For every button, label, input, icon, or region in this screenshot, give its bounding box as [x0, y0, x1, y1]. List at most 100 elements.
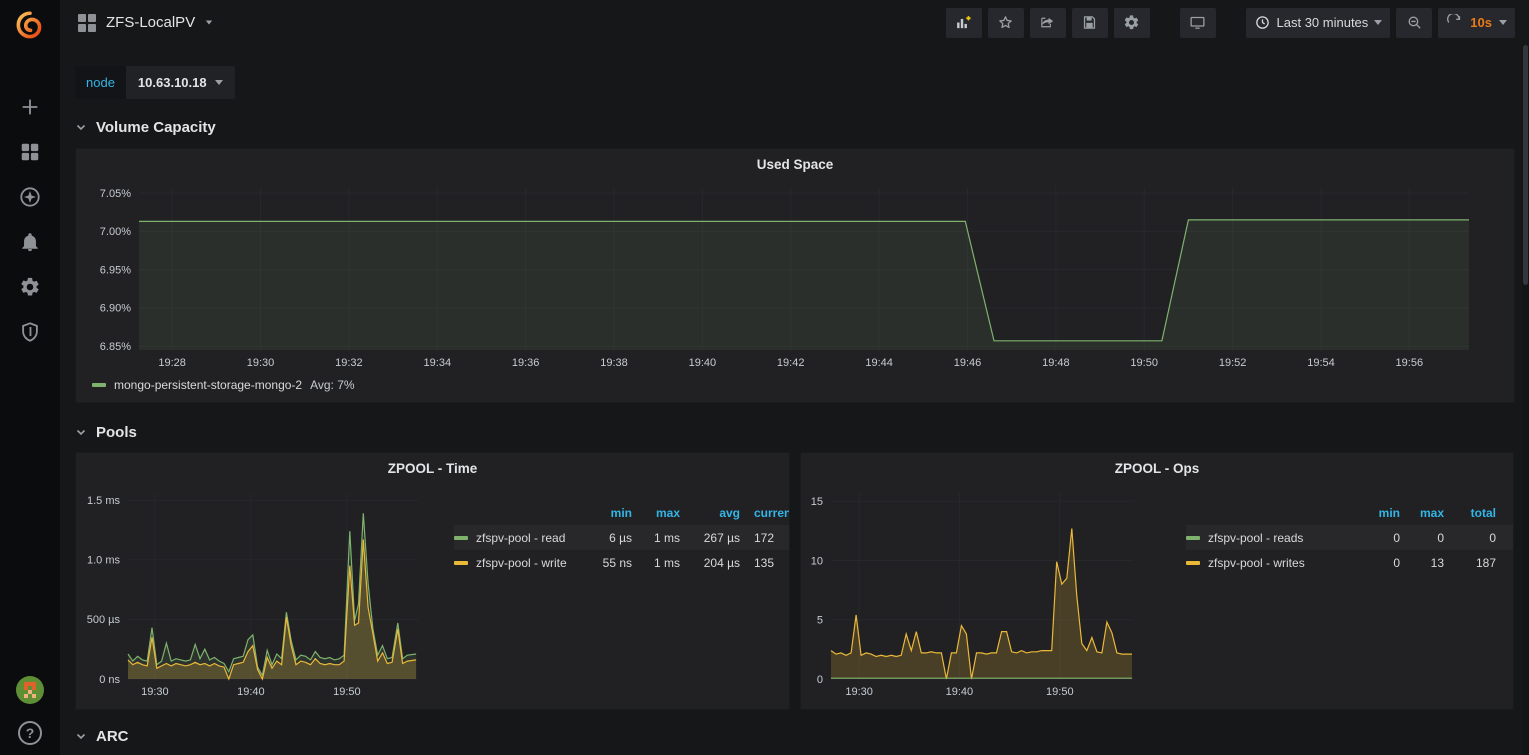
- cell-min: 0: [1358, 531, 1400, 545]
- svg-text:19:52: 19:52: [1219, 357, 1247, 369]
- col-min[interactable]: min: [582, 506, 632, 520]
- time-range-picker[interactable]: Last 30 minutes: [1246, 8, 1391, 38]
- svg-text:500 µs: 500 µs: [87, 614, 121, 626]
- add-panel-button[interactable]: [946, 8, 982, 38]
- legend-swatch: [1186, 561, 1200, 565]
- grafana-logo-icon[interactable]: [10, 6, 50, 46]
- dashboard-grid-icon: [78, 14, 96, 32]
- help-icon[interactable]: ?: [18, 721, 42, 745]
- node-variable-value[interactable]: 10.63.10.18: [126, 66, 235, 99]
- avatar-sprite: [24, 682, 28, 686]
- cycle-view-monitor-button[interactable]: [1180, 8, 1216, 38]
- node-variable-label: node: [75, 66, 126, 99]
- col-total[interactable]: total: [1444, 506, 1496, 520]
- legend-swatch: [1186, 536, 1200, 540]
- dashboards-icon[interactable]: [17, 139, 43, 165]
- chevron-down-icon: [75, 730, 87, 742]
- legend-series[interactable]: zfspv-pool - reads: [1186, 531, 1358, 545]
- dashboard-settings-button[interactable]: [1114, 8, 1150, 38]
- refresh-button[interactable]: 10s: [1438, 8, 1515, 38]
- svg-text:7.00%: 7.00%: [100, 226, 131, 238]
- dashboard-content: node 10.63.10.18 Volume Capacity Used Sp…: [60, 45, 1529, 755]
- svg-text:5: 5: [817, 615, 823, 627]
- svg-text:19:28: 19:28: [158, 357, 186, 369]
- legend-series-label[interactable]: mongo-persistent-storage-mongo-2: [114, 378, 302, 392]
- legend-series[interactable]: zfspv-pool - write: [454, 556, 582, 570]
- legend-swatch: [454, 536, 468, 540]
- svg-text:19:36: 19:36: [512, 357, 540, 369]
- legend-series-label: zfspv-pool - read: [476, 531, 565, 545]
- section-title: ARC: [96, 728, 129, 745]
- svg-text:19:30: 19:30: [247, 357, 275, 369]
- col-max[interactable]: max: [632, 506, 680, 520]
- cell-max: 0: [1400, 531, 1444, 545]
- refresh-icon: [1446, 14, 1463, 31]
- svg-text:10: 10: [811, 555, 823, 567]
- svg-text:19:48: 19:48: [1042, 357, 1070, 369]
- section-title: Volume Capacity: [96, 119, 216, 136]
- svg-text:19:44: 19:44: [865, 357, 893, 369]
- svg-text:0 ns: 0 ns: [99, 674, 120, 686]
- svg-text:19:34: 19:34: [424, 357, 452, 369]
- legend-series-label: zfspv-pool - reads: [1208, 531, 1303, 545]
- svg-text:6.85%: 6.85%: [100, 341, 131, 353]
- chevron-down-icon: [75, 121, 87, 133]
- col-avg[interactable]: avg: [680, 506, 740, 520]
- top-navbar: ZFS-LocalPV: [60, 0, 1529, 45]
- zpool-ops-panel-title[interactable]: ZPOOL - Ops: [801, 453, 1513, 483]
- user-avatar[interactable]: [16, 676, 44, 704]
- svg-text:19:32: 19:32: [335, 357, 363, 369]
- node-variable-caret-icon: [215, 80, 223, 85]
- section-arc[interactable]: ARC: [75, 722, 1521, 750]
- cell-current: 172: [740, 531, 789, 545]
- vertical-scrollbar[interactable]: [1522, 45, 1529, 755]
- node-variable-dropdown[interactable]: node 10.63.10.18: [75, 66, 235, 99]
- dashboard-title-button[interactable]: ZFS-LocalPV: [78, 14, 213, 32]
- section-title: Pools: [96, 424, 137, 441]
- legend-header-row: min max total: [1186, 500, 1513, 525]
- used-space-chart[interactable]: 6.85%6.90%6.95%7.00%7.05%19:2819:3019:32…: [84, 179, 1507, 374]
- used-space-panel-title[interactable]: Used Space: [76, 149, 1514, 179]
- section-volume-capacity[interactable]: Volume Capacity: [75, 113, 1521, 141]
- legend-series[interactable]: zfspv-pool - writes: [1186, 556, 1358, 570]
- pools-row: ZPOOL - Time 0 ns500 µs1.0 ms1.5 ms19:30…: [75, 452, 1521, 710]
- zoom-out-button[interactable]: [1396, 8, 1432, 38]
- zpool-ops-chart[interactable]: 05101519:3019:4019:50: [801, 483, 1146, 705]
- cell-min: 55 ns: [582, 556, 632, 570]
- svg-text:19:38: 19:38: [600, 357, 628, 369]
- legend-row: zfspv-pool - writes 0 13 187: [1186, 550, 1513, 575]
- svg-text:19:56: 19:56: [1396, 357, 1424, 369]
- share-dashboard-button[interactable]: [1030, 8, 1066, 38]
- explore-compass-icon[interactable]: [17, 184, 43, 210]
- svg-text:15: 15: [811, 496, 823, 508]
- cell-max: 13: [1400, 556, 1444, 570]
- zpool-time-chart[interactable]: 0 ns500 µs1.0 ms1.5 ms19:3019:4019:50: [76, 483, 428, 705]
- legend-row: zfspv-pool - reads 0 0 0: [1186, 525, 1513, 550]
- star-dashboard-button[interactable]: [988, 8, 1024, 38]
- server-admin-shield-icon[interactable]: [17, 319, 43, 345]
- legend-series[interactable]: zfspv-pool - read: [454, 531, 582, 545]
- col-max[interactable]: max: [1400, 506, 1444, 520]
- node-variable-value-text: 10.63.10.18: [138, 75, 207, 90]
- alerting-bell-icon[interactable]: [17, 229, 43, 255]
- zpool-time-legend: min max avg current zfspv-pool - read: [428, 500, 789, 709]
- col-current[interactable]: current: [740, 506, 789, 520]
- legend-avg-stat: Avg: 7%: [310, 378, 354, 392]
- svg-text:6.90%: 6.90%: [100, 303, 131, 315]
- cell-total: 0: [1444, 531, 1496, 545]
- section-pools[interactable]: Pools: [75, 418, 1521, 446]
- svg-text:1.5 ms: 1.5 ms: [87, 495, 121, 507]
- col-min[interactable]: min: [1358, 506, 1400, 520]
- configuration-gear-icon[interactable]: [17, 274, 43, 300]
- svg-text:6.95%: 6.95%: [100, 264, 131, 276]
- create-plus-icon[interactable]: [17, 94, 43, 120]
- svg-text:19:30: 19:30: [141, 686, 169, 698]
- zpool-time-panel-title[interactable]: ZPOOL - Time: [76, 453, 789, 483]
- svg-text:19:50: 19:50: [333, 686, 361, 698]
- sidebar-bottom: ?: [16, 676, 44, 755]
- refresh-interval-label: 10s: [1470, 15, 1492, 30]
- sidebar-menu: [17, 94, 43, 345]
- scrollbar-thumb[interactable]: [1523, 45, 1528, 285]
- save-dashboard-button[interactable]: [1072, 8, 1108, 38]
- svg-text:19:40: 19:40: [237, 686, 265, 698]
